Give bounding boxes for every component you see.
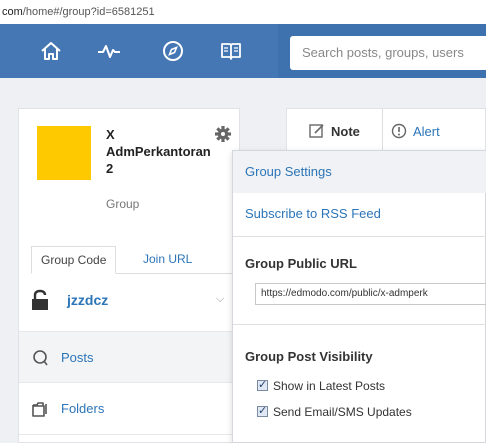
- alert-icon: [391, 123, 407, 139]
- sidebar-item-posts[interactable]: Posts: [19, 331, 239, 383]
- checkbox-icon[interactable]: [257, 378, 268, 391]
- edit-icon: [309, 124, 324, 138]
- post-composer: Note Alert: [286, 108, 486, 151]
- sidebar-item-label: Posts: [61, 350, 94, 365]
- visibility-heading: Group Post Visibility: [245, 349, 373, 364]
- search-input[interactable]: Search posts, groups, users: [290, 36, 486, 70]
- group-settings-menu: Group Settings Subscribe to RSS Feed Gro…: [232, 150, 486, 443]
- group-type: Group: [106, 197, 140, 211]
- checkbox-latest-posts[interactable]: Show in Latest Posts: [257, 378, 386, 393]
- public-url-field[interactable]: https://edmodo.com/public/x-admperk: [255, 283, 486, 305]
- book-icon[interactable]: [218, 38, 244, 64]
- lock-icon: [31, 289, 49, 311]
- tab-alert[interactable]: Alert: [391, 109, 440, 151]
- public-url-heading: Group Public URL: [245, 256, 357, 271]
- group-panel: X AdmPerkantoran 2 Group Group Code Join…: [18, 108, 241, 443]
- sidebar-item-label: Folders: [61, 401, 105, 416]
- group-name: X AdmPerkantoran 2: [106, 127, 211, 176]
- menu-item-subscribe-rss[interactable]: Subscribe to RSS Feed: [233, 193, 486, 237]
- checkbox-email-sms[interactable]: Send Email/SMS Updates: [257, 404, 412, 419]
- address-path: /home#/group?id=6581251: [22, 6, 155, 18]
- tab-alert-label: Alert: [413, 124, 440, 139]
- group-code-row: jzzdcz ⌵: [31, 287, 236, 317]
- comment-icon: [31, 349, 49, 367]
- top-navbar: Search posts, groups, users: [0, 24, 486, 78]
- tab-note-label: Note: [331, 124, 360, 139]
- group-code-tabs: Group Code Join URL: [31, 246, 241, 274]
- home-icon[interactable]: [38, 38, 64, 64]
- compass-icon[interactable]: [160, 38, 186, 64]
- menu-divider: [233, 324, 486, 325]
- tab-join-url[interactable]: Join URL: [134, 246, 201, 274]
- address-domain: com: [2, 6, 23, 18]
- sidebar-item-folders[interactable]: Folders: [19, 383, 239, 435]
- gear-icon[interactable]: [214, 125, 232, 143]
- tab-note[interactable]: Note: [287, 109, 383, 151]
- checkbox-label: Send Email/SMS Updates: [273, 405, 412, 419]
- group-avatar: [37, 126, 91, 180]
- checkbox-label: Show in Latest Posts: [273, 379, 386, 393]
- address-bar[interactable]: com/home#/group?id=6581251: [0, 0, 486, 24]
- tab-group-code[interactable]: Group Code: [31, 246, 117, 274]
- group-code: jzzdcz: [67, 292, 109, 308]
- activity-icon[interactable]: [96, 38, 122, 64]
- menu-item-group-settings[interactable]: Group Settings: [233, 151, 486, 193]
- checkbox-icon[interactable]: [257, 404, 268, 417]
- folder-icon: [31, 400, 49, 418]
- chevron-down-icon[interactable]: ⌵: [216, 293, 224, 306]
